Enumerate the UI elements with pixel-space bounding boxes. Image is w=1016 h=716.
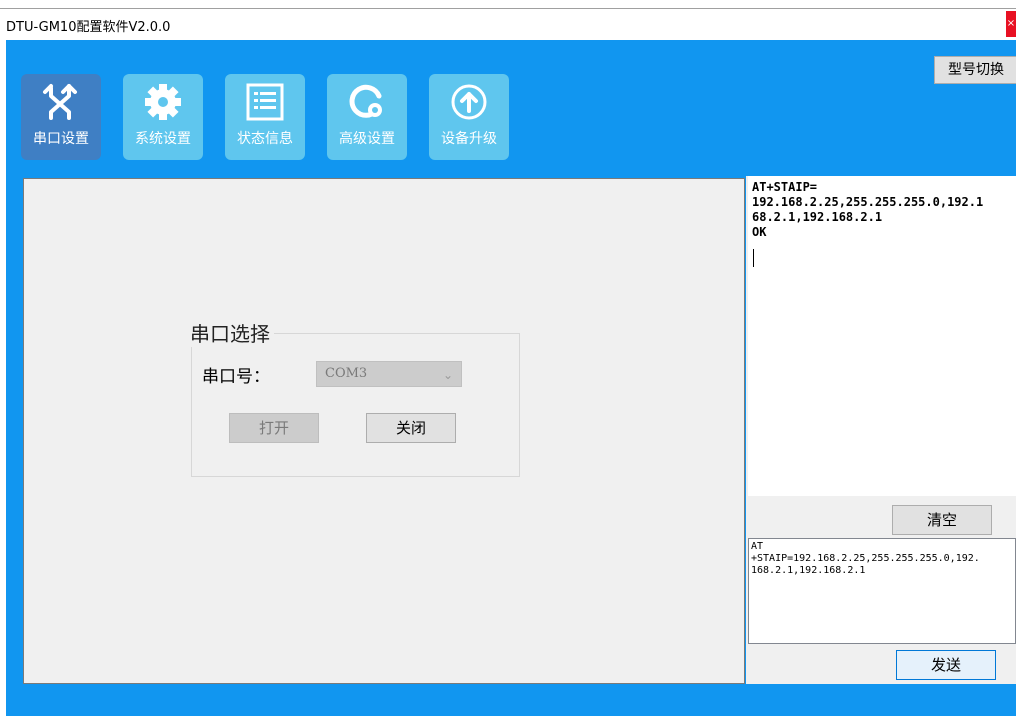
chevron-down-icon: ⌄ [442, 368, 453, 382]
model-switch-button[interactable]: 型号切换 [934, 56, 1016, 84]
title-bar: DTU-GM10配置软件V2.0.0 × [0, 9, 1016, 40]
close-port-button[interactable]: 关闭 [366, 413, 456, 443]
nav-label: 高级设置 [339, 131, 395, 147]
window-title: DTU-GM10配置软件V2.0.0 [6, 20, 171, 35]
nav-status-info[interactable]: 状态信息 [225, 74, 305, 160]
nav-label: 系统设置 [135, 131, 191, 147]
nav-device-upgrade[interactable]: 设备升级 [429, 74, 509, 160]
send-textarea[interactable]: AT +STAIP=192.168.2.25,255.255.255.0,192… [748, 538, 1016, 644]
serial-settings-panel: 串口选择 串口号： COM3 ⌄ 打开 关闭 [23, 178, 745, 684]
nav-system-settings[interactable]: 系统设置 [123, 74, 203, 160]
main-area: 型号切换 串口设置 系统设置 状态信息 高级设置 设备升级 串口选择 串口号： … [6, 40, 1016, 716]
send-button[interactable]: 发送 [896, 650, 996, 680]
receive-textarea[interactable]: AT+STAIP= 192.168.2.25,255.255.255.0,192… [748, 176, 1016, 496]
swap-arrows-icon [43, 84, 77, 120]
clear-button[interactable]: 清空 [892, 505, 992, 535]
open-port-button[interactable]: 打开 [229, 413, 319, 443]
send-text: AT +STAIP=192.168.2.25,255.255.255.0,192… [751, 541, 980, 576]
gear-icon [145, 84, 181, 120]
group-title: 串口选择 [186, 318, 274, 347]
nav-serial-settings[interactable]: 串口设置 [21, 74, 101, 160]
nav-advanced-settings[interactable]: 高级设置 [327, 74, 407, 160]
port-select[interactable]: COM3 ⌄ [316, 361, 462, 387]
list-icon [246, 83, 284, 121]
window-close-button[interactable]: × [1006, 11, 1016, 37]
port-select-value: COM3 [325, 366, 368, 381]
received-text: AT+STAIP= 192.168.2.25,255.255.255.0,192… [752, 180, 984, 239]
serial-select-group: 串口选择 串口号： COM3 ⌄ 打开 关闭 [186, 318, 520, 477]
upload-arrow-icon [451, 84, 487, 120]
console-panel: AT+STAIP= 192.168.2.25,255.255.255.0,192… [746, 176, 1016, 684]
nav-label: 状态信息 [237, 131, 293, 147]
nav-label: 串口设置 [33, 131, 89, 147]
advanced-gear-icon [349, 84, 382, 118]
port-label: 串口号： [202, 367, 270, 387]
nav-label: 设备升级 [441, 131, 497, 147]
text-caret [753, 249, 754, 267]
